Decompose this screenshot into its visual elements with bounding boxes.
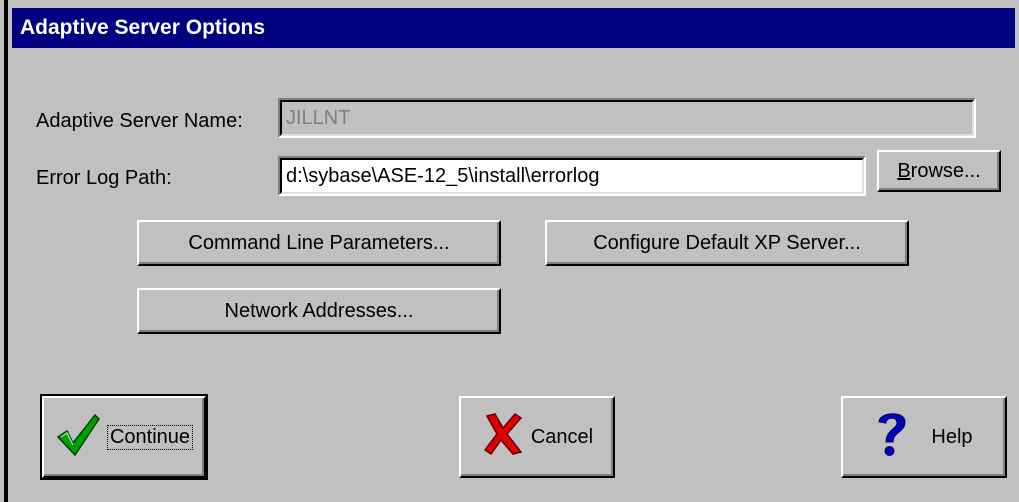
browse-button[interactable]: Browse... — [877, 150, 1001, 192]
continue-label: Continue — [106, 424, 194, 450]
command-line-parameters-button[interactable]: Command Line Parameters... — [137, 220, 501, 266]
server-name-value: JILLNT — [286, 107, 351, 129]
checkmark-icon — [55, 411, 101, 463]
browse-label: rowse... — [910, 159, 981, 182]
configure-default-xp-server-label: Configure Default XP Server... — [593, 231, 861, 254]
dialog-title-bar: Adaptive Server Options — [12, 8, 1015, 48]
error-log-path-value: d:\sybase\ASE-12_5\install\errorlog — [286, 165, 600, 187]
x-mark-icon — [481, 412, 525, 462]
error-log-path-input[interactable]: d:\sybase\ASE-12_5\install\errorlog — [278, 156, 866, 196]
dialog-title: Adaptive Server Options — [20, 16, 266, 39]
window-left-edge — [0, 0, 8, 502]
help-label: Help — [931, 425, 973, 448]
browse-accelerator: B — [897, 159, 911, 182]
continue-button[interactable]: Continue — [40, 394, 208, 480]
server-name-field: JILLNT — [278, 98, 976, 138]
error-log-path-label: Error Log Path: — [36, 167, 172, 189]
network-addresses-label: Network Addresses... — [224, 299, 414, 322]
cancel-button[interactable]: Cancel — [459, 396, 615, 478]
question-mark-icon — [875, 410, 909, 464]
cancel-label: Cancel — [530, 425, 594, 448]
help-button[interactable]: Help — [841, 396, 1007, 478]
network-addresses-button[interactable]: Network Addresses... — [137, 288, 501, 334]
server-name-label: Adaptive Server Name: — [36, 110, 243, 132]
command-line-parameters-label: Command Line Parameters... — [188, 231, 450, 254]
adaptive-server-options-dialog: Adaptive Server Options Adaptive Server … — [8, 0, 1019, 502]
configure-default-xp-server-button[interactable]: Configure Default XP Server... — [545, 220, 909, 266]
